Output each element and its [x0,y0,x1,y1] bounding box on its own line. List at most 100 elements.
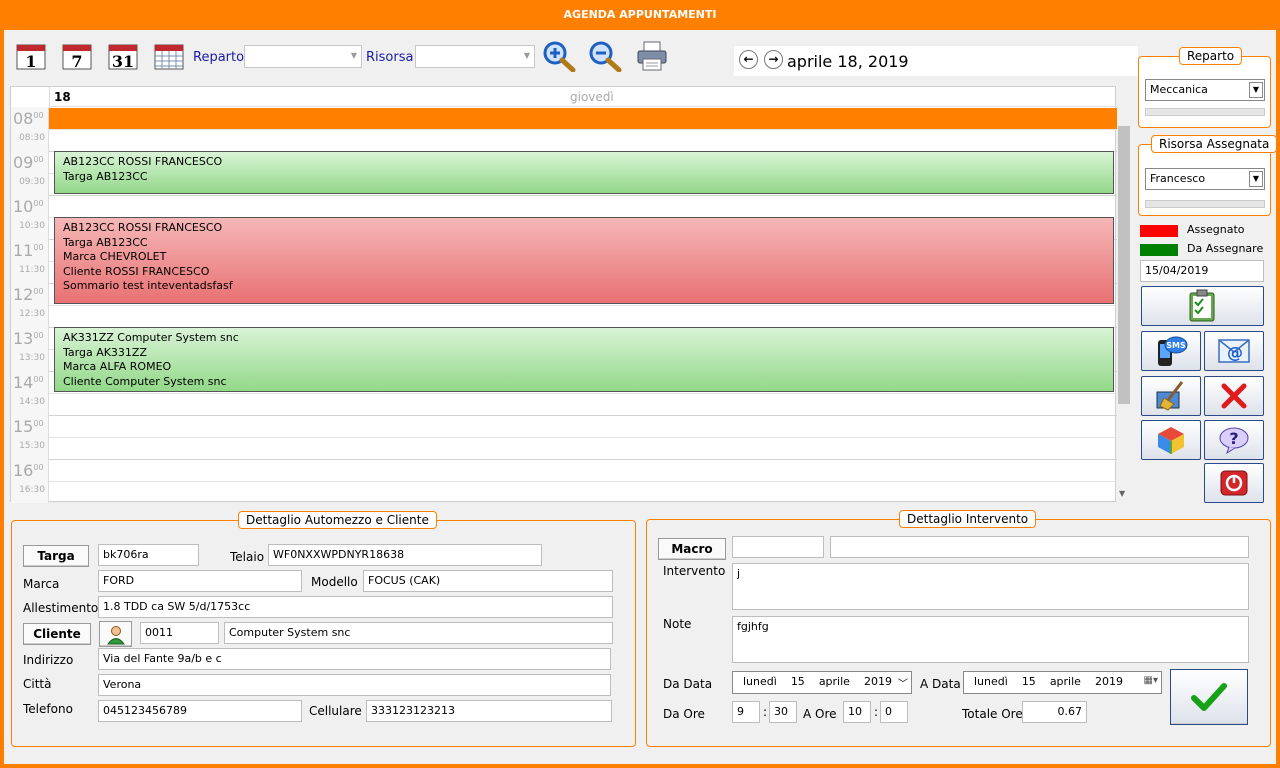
totale-ore-label: Totale Ore [962,707,1023,721]
cube-button[interactable] [1141,420,1201,460]
time-separator: : [763,705,768,719]
da-ore-minute-field[interactable]: 30 [769,701,797,723]
scrollbar-thumb[interactable] [1118,126,1130,404]
a-ore-hour-field[interactable]: 10 [843,701,871,723]
power-exit-button[interactable] [1204,463,1264,503]
help-button[interactable]: ? [1204,420,1264,460]
a-data-picker[interactable]: lunedì 15 aprile 2019 ▦▾ [963,671,1162,694]
delete-x-icon [1221,383,1247,409]
svg-text:31: 31 [112,52,134,70]
hour-label: 0800 [13,109,44,128]
note-label: Note [663,617,692,631]
citta-field[interactable]: Verona [98,674,611,696]
hour-label: 0900 [13,153,44,172]
event-line: AB123CC ROSSI FRANCESCO [63,155,223,168]
telefono-field[interactable]: 045123456789 [98,700,302,722]
hour-label: 1000 [13,197,44,216]
macro-button[interactable]: Macro [658,538,726,560]
telaio-field[interactable]: WF0NXXWPDNYR18638 [268,544,542,566]
targa-button[interactable]: Targa [23,545,89,567]
risorsa-group: Risorsa Assegnata Francesco ▼ [1138,135,1278,216]
hour-label: 1300 [13,329,44,348]
zoom-out-icon[interactable] [588,40,622,73]
risorsa-side-value: Francesco [1150,172,1206,185]
chevron-down-icon: ▼ [1249,82,1263,98]
note-textarea[interactable]: fgjhfg [732,616,1249,663]
event-line: AK331ZZ Computer System snc [63,331,239,344]
event-line: AB123CC ROSSI FRANCESCO [63,221,223,234]
calendar-grid-icon[interactable] [154,44,184,70]
appointment-bar-orange[interactable] [49,108,1117,129]
appointment-event[interactable]: AB123CC ROSSI FRANCESCO Targa AB123CC [54,151,1114,194]
chevron-down-icon: ▼ [350,51,357,60]
half-hour-label: 16:30 [19,485,45,495]
svg-text:?: ? [1229,429,1238,448]
half-hour-label: 11:30 [19,265,45,275]
macro-desc-field[interactable] [830,536,1249,558]
legend-swatch-assegnato [1140,225,1178,237]
printer-icon[interactable] [636,40,670,72]
reparto-label: Reparto [193,50,245,65]
marca-field[interactable]: FORD [98,570,302,592]
email-button[interactable]: @ [1204,331,1264,371]
clean-button[interactable] [1141,376,1201,416]
clipboard-checklist-button[interactable] [1141,286,1264,326]
legend-swatch-da-assegnare [1140,244,1178,256]
half-hour-label: 13:30 [19,353,45,363]
sms-button[interactable]: SMS [1141,331,1201,371]
appointment-event[interactable]: AB123CC ROSSI FRANCESCO Targa AB123CC Ma… [54,217,1114,304]
chevron-down-icon: ﹀ [898,679,908,690]
reparto-group: Reparto Meccanica ▼ [1138,47,1271,128]
intervento-textarea[interactable]: j [732,563,1249,610]
scroll-down-icon[interactable]: ▼ [1119,489,1125,498]
da-ore-label: Da Ore [663,707,705,721]
risorsa-select[interactable]: ▼ [415,45,535,68]
calendar-week-icon[interactable]: 7 [62,44,92,71]
allestimento-label: Allestimento [23,601,99,615]
calendar-day-icon[interactable]: 1 [16,44,46,71]
da-data-picker[interactable]: lunedì 15 aprile 2019 ﹀ [732,671,912,694]
svg-text:SMS: SMS [1166,341,1186,350]
client-lookup-button[interactable] [99,621,132,647]
help-question-icon: ? [1219,427,1249,455]
calendar-month-icon[interactable]: 31 [108,44,138,71]
zoom-in-icon[interactable] [542,40,576,73]
totale-ore-field[interactable]: 0.67 [1022,701,1087,723]
indirizzo-field[interactable]: Via del Fante 9a/b e c [98,648,611,670]
event-line: Cliente Computer System snc [63,374,227,388]
delete-button[interactable] [1204,376,1264,416]
reparto-select[interactable]: ▼ [244,45,362,68]
appointment-event[interactable]: AK331ZZ Computer System snc Targa AK331Z… [54,327,1114,392]
intervento-panel: Dettaglio Intervento Macro Intervento j … [646,510,1271,747]
a-ore-minute-field[interactable]: 0 [880,701,908,723]
reparto-side-select[interactable]: Meccanica ▼ [1145,79,1265,101]
event-line: Marca ALFA ROMEO [63,360,172,374]
da-ore-hour-field[interactable]: 9 [732,701,760,723]
broom-clean-icon [1156,381,1184,411]
targa-field[interactable]: bk706ra [98,544,199,566]
calendar-scrollbar[interactable]: ▼ [1116,86,1132,502]
cliente-name-field[interactable]: Computer System snc [224,622,613,644]
cellulare-field[interactable]: 333123123213 [366,700,612,722]
clipboard-checklist-icon [1189,289,1214,322]
svg-text:7: 7 [71,52,82,70]
side-date-field[interactable]: 15/04/2019 [1140,260,1264,282]
reparto-progress-bar [1145,108,1265,116]
hour-label: 1400 [13,373,44,392]
cliente-code-field[interactable]: 0011 [140,622,219,644]
a-ore-label: A Ore [803,707,837,721]
cliente-button[interactable]: Cliente [23,623,91,645]
cube-icon [1158,427,1184,454]
modello-field[interactable]: FOCUS (CAK) [363,570,613,592]
next-day-button[interactable]: → [764,50,783,69]
reparto-side-value: Meccanica [1150,83,1208,96]
legend-label-da-assegnare: Da Assegnare [1187,242,1264,255]
hour-label: 1100 [13,241,44,260]
current-date: aprile 18, 2019 [787,52,909,71]
prev-day-button[interactable]: ← [739,50,758,69]
confirm-button[interactable] [1170,669,1248,725]
marca-label: Marca [23,577,60,591]
allestimento-field[interactable]: 1.8 TDD ca SW 5/d/1753cc [98,596,613,618]
risorsa-side-select[interactable]: Francesco ▼ [1145,168,1265,190]
macro-code-field[interactable] [732,536,824,558]
